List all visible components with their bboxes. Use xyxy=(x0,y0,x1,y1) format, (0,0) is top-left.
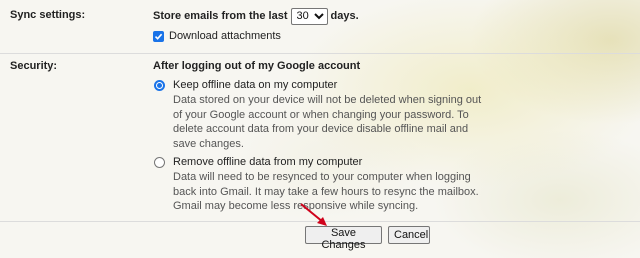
keep-offline-title: Keep offline data on my computer xyxy=(173,79,338,91)
keep-offline-radio[interactable] xyxy=(154,80,165,91)
sync-settings-label: Sync settings: xyxy=(10,9,86,21)
download-attachments-label: Download attachments xyxy=(169,30,281,42)
store-emails-row: Store emails from the last 30 days. xyxy=(153,7,359,25)
cancel-button[interactable]: Cancel xyxy=(388,226,430,244)
days-select[interactable]: 30 xyxy=(290,7,328,25)
store-emails-prefix: Store emails from the last xyxy=(153,10,288,22)
remove-offline-title: Remove offline data from my computer xyxy=(173,156,363,168)
annotation-arrow-icon xyxy=(300,203,327,226)
keep-offline-description: Data stored on your device will not be d… xyxy=(173,93,482,151)
remove-offline-radio-wrap[interactable] xyxy=(154,157,165,168)
check-icon xyxy=(154,33,163,40)
keep-offline-radio-wrap[interactable] xyxy=(154,80,165,91)
remove-offline-radio[interactable] xyxy=(154,157,165,168)
security-label: Security: xyxy=(10,60,58,72)
security-heading: After logging out of my Google account xyxy=(153,60,361,72)
store-emails-suffix: days. xyxy=(330,10,359,22)
download-attachments-row[interactable]: Download attachments xyxy=(153,29,281,43)
download-attachments-checkbox[interactable] xyxy=(153,30,164,42)
section-divider xyxy=(0,53,640,54)
keep-offline-option[interactable]: Keep offline data on my computer Data st… xyxy=(173,78,483,152)
